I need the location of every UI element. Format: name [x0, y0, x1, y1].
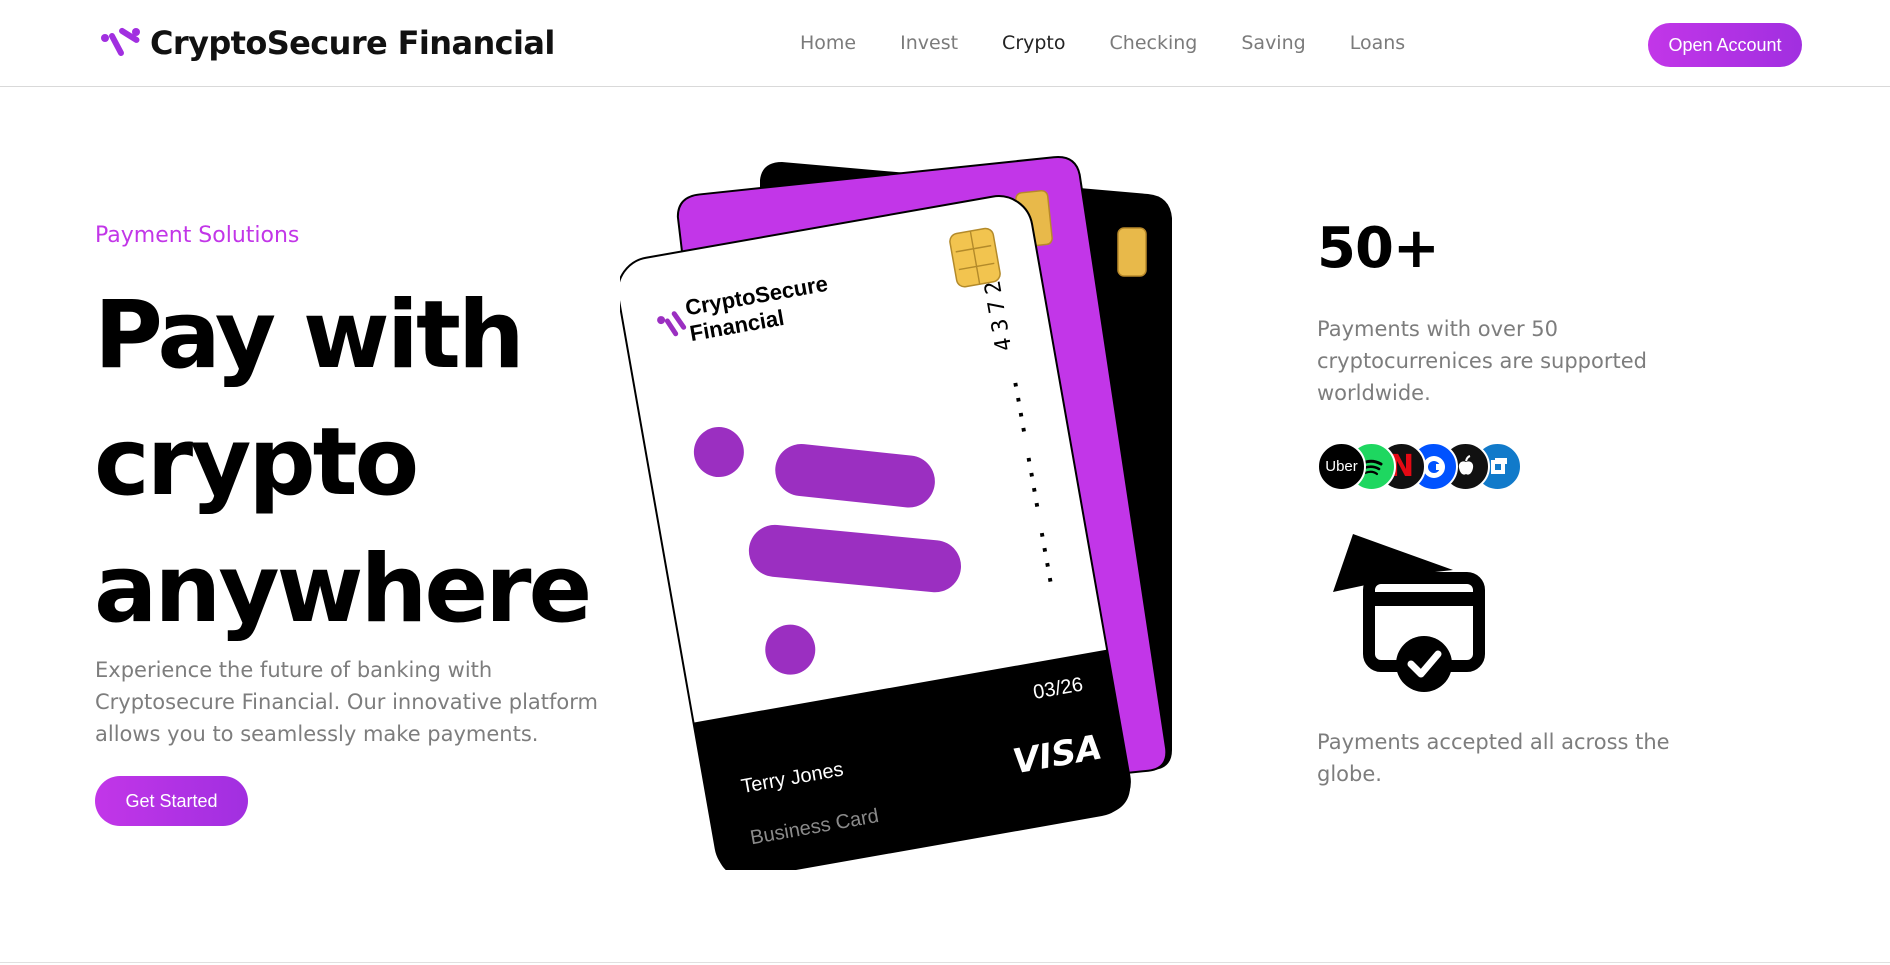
- nav-loans[interactable]: Loans: [1350, 32, 1405, 54]
- nav-checking[interactable]: Checking: [1110, 32, 1198, 54]
- nav-saving[interactable]: Saving: [1241, 32, 1305, 54]
- brand-name: CryptoSecure Financial: [150, 24, 555, 62]
- nav-crypto[interactable]: Crypto: [1002, 32, 1065, 54]
- site-header: CryptoSecure Financial Home Invest Crypt…: [0, 0, 1890, 87]
- nav-home[interactable]: Home: [800, 32, 856, 54]
- hero-description: Experience the future of banking with Cr…: [95, 658, 598, 746]
- section-divider: [0, 962, 1890, 963]
- main-nav: Home Invest Crypto Checking Saving Loans: [800, 32, 1449, 54]
- hero-title-line-3: anywhere: [94, 535, 592, 644]
- hero-eyebrow: Payment Solutions: [95, 223, 300, 248]
- stat-number: 50+: [1317, 216, 1440, 281]
- partner-logos: Uber N: [1317, 442, 1527, 492]
- brand-logo[interactable]: CryptoSecure Financial: [100, 24, 555, 62]
- stat-description: Payments with over 50 cryptocurrenices a…: [1317, 317, 1647, 405]
- nav-invest[interactable]: Invest: [900, 32, 958, 54]
- hero-title-line-2: crypto: [94, 408, 419, 517]
- hero-title-line-1: Pay with: [94, 281, 525, 390]
- credit-cards-illustration: CryptoSecure Financial 4372 .... .... ..…: [620, 155, 1172, 870]
- open-account-button[interactable]: Open Account: [1648, 23, 1802, 67]
- globe-description: Payments accepted all across the globe.: [1317, 730, 1670, 786]
- hero-title: Pay with crypto anywhere: [94, 272, 654, 653]
- get-started-button[interactable]: Get Started: [95, 776, 248, 826]
- card-payment-check-icon: [1333, 534, 1485, 692]
- uber-logo-icon: Uber: [1317, 442, 1366, 491]
- brand-mark-icon: [101, 27, 140, 56]
